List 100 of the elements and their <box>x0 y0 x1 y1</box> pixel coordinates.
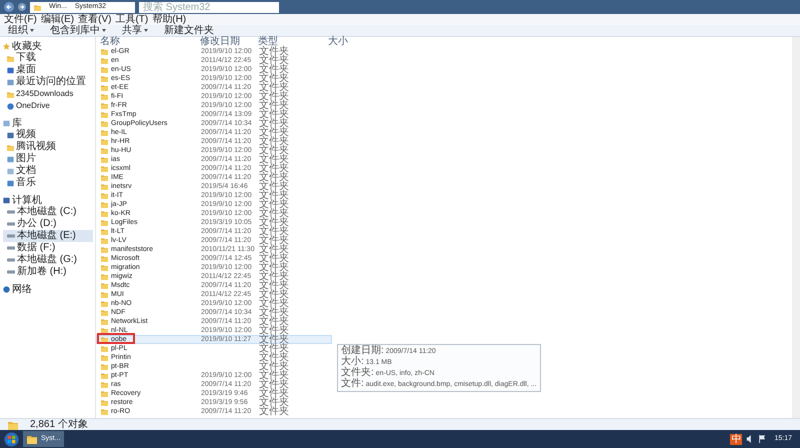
folder-icon <box>101 363 108 370</box>
menu-item[interactable]: 编辑(E) <box>40 14 74 25</box>
folder-icon <box>101 381 108 388</box>
folder-icon <box>101 318 108 325</box>
navigation-item[interactable]: 视频 <box>3 129 93 141</box>
navigation-item[interactable]: 本地磁盘 (C:) <box>3 206 93 218</box>
scrollbar[interactable] <box>792 37 800 418</box>
folder-icon <box>101 192 108 199</box>
folder-icon <box>101 174 108 181</box>
folder-icon <box>101 372 108 379</box>
folder-icon <box>101 210 108 217</box>
navigation-item[interactable]: 文档 <box>3 165 93 177</box>
navigation-item[interactable]: 办公 (D:) <box>3 218 93 230</box>
folder-icon <box>101 84 108 91</box>
file-type: 文件夹 <box>259 173 289 182</box>
file-type: 文件夹 <box>259 227 289 236</box>
file-type: 文件夹 <box>259 326 289 335</box>
file-type: 文件夹 <box>259 389 289 398</box>
column-header[interactable]: 修改日期 <box>200 37 258 47</box>
folder-icon <box>7 144 14 150</box>
file-type: 文件夹 <box>259 236 289 245</box>
file-type: 文件夹 <box>259 299 289 308</box>
toolbar-button[interactable]: 包含到库中 <box>50 25 106 36</box>
navigation-group[interactable]: 收藏夹 <box>12 41 42 52</box>
file-type: 文件夹 <box>259 119 289 128</box>
back-arrow-icon[interactable] <box>4 2 14 12</box>
file-type: 文件夹 <box>259 182 289 191</box>
input-method-indicator[interactable]: 中 <box>730 434 742 444</box>
navigation-group[interactable]: 计算机 <box>12 195 42 206</box>
forward-arrow-icon[interactable] <box>18 3 26 11</box>
column-header[interactable]: 名称 <box>96 37 200 47</box>
caret-icon <box>102 29 106 32</box>
navigation-item[interactable]: 2345Downloads <box>3 88 93 100</box>
folder-icon <box>101 75 108 82</box>
column-header[interactable]: 类型 <box>258 37 328 47</box>
file-type: 文件夹 <box>259 380 289 389</box>
file-type: 文件夹 <box>259 200 289 209</box>
folder-icon <box>101 264 108 271</box>
folder-icon <box>101 336 108 343</box>
navigation-group[interactable]: 库 <box>12 118 22 129</box>
file-type: 文件夹 <box>259 56 289 65</box>
file-type: 文件夹 <box>259 74 289 83</box>
menu-item[interactable]: 帮助(H) <box>152 14 186 25</box>
folder-icon <box>101 183 108 190</box>
navigation-item[interactable]: 图片 <box>3 153 93 165</box>
navigation-item[interactable]: 最近访问的位置 <box>3 76 93 88</box>
file-type: 文件夹 <box>259 65 289 74</box>
file-type: 文件夹 <box>259 155 289 164</box>
file-type: 文件夹 <box>259 83 289 92</box>
toolbar-button[interactable]: 组织 <box>8 25 34 36</box>
file-type: 文件夹 <box>259 92 289 101</box>
file-type: 文件夹 <box>259 101 289 110</box>
navigation-item[interactable]: OneDrive <box>3 100 93 112</box>
file-type: 文件夹 <box>259 209 289 218</box>
file-type: 文件夹 <box>259 344 289 353</box>
navigation-item[interactable]: 桌面 <box>3 64 93 76</box>
navigation-item[interactable]: 本地磁盘 (E:) <box>3 230 93 242</box>
file-type: 文件夹 <box>259 335 289 344</box>
folder-icon <box>101 120 108 127</box>
navigation-item[interactable]: 音乐 <box>3 177 93 189</box>
folder-icon <box>101 93 108 100</box>
folder-icon <box>101 345 108 352</box>
folder-icon <box>101 237 108 244</box>
navigation-group[interactable]: 网络 <box>12 284 32 295</box>
folder-icon <box>101 390 108 397</box>
folder-icon <box>8 420 18 430</box>
file-type: 文件夹 <box>259 281 289 290</box>
navigation-item[interactable]: 数据 (F:) <box>3 242 93 254</box>
flag-icon[interactable] <box>758 435 766 443</box>
navigation-item[interactable]: 腾讯视频 <box>3 141 93 153</box>
folder-icon <box>101 66 108 73</box>
file-type: 文件夹 <box>259 218 289 227</box>
toolbar-button[interactable]: 新建文件夹 <box>164 25 214 36</box>
folder-icon <box>7 54 14 62</box>
folder-icon <box>101 48 108 55</box>
navigation-item[interactable]: 本地磁盘 (G:) <box>3 254 93 266</box>
caret-icon <box>144 29 148 32</box>
navigation-item[interactable]: 下载 <box>3 52 93 64</box>
menu-item[interactable]: 文件(F) <box>4 14 37 25</box>
toolbar-button[interactable]: 共享 <box>122 25 148 36</box>
folder-icon <box>101 273 108 280</box>
start-button-icon[interactable] <box>4 432 19 446</box>
menu-item[interactable]: 查看(V) <box>78 14 112 25</box>
folder-icon <box>101 201 108 208</box>
caret-icon <box>30 29 34 32</box>
file-type: 文件夹 <box>259 398 289 407</box>
menu-item[interactable]: 工具(T) <box>115 14 148 25</box>
search-field[interactable]: 搜索 System32 <box>139 2 279 12</box>
folder-icon <box>101 129 108 136</box>
file-type: 文件夹 <box>259 137 289 146</box>
column-header[interactable]: 大小 <box>328 37 368 47</box>
folder-icon <box>101 165 108 172</box>
file-type: 文件夹 <box>259 407 289 416</box>
folder-icon <box>34 4 41 10</box>
folder-icon <box>101 147 108 154</box>
folder-icon <box>101 408 108 415</box>
file-type: 文件夹 <box>259 290 289 299</box>
folder-icon <box>101 300 108 307</box>
navigation-item[interactable]: 新加卷 (H:) <box>3 266 93 278</box>
file-type: 文件夹 <box>259 263 289 272</box>
